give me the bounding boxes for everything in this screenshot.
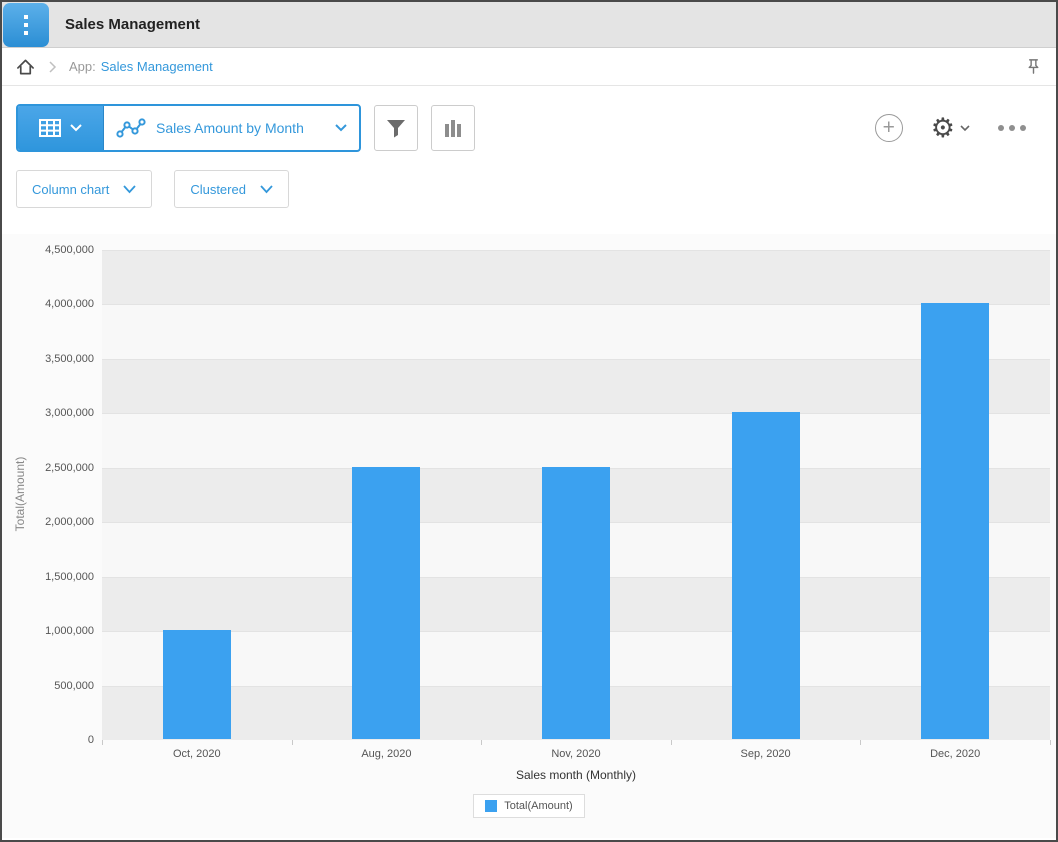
- legend-swatch: [485, 800, 497, 812]
- breadcrumb: App: Sales Management: [2, 48, 1056, 86]
- chart-bar-sep-2020[interactable]: [732, 412, 800, 739]
- plot-area: [102, 250, 1050, 740]
- view-selector: Sales Amount by Month: [16, 104, 361, 152]
- chevron-down-icon: [335, 124, 347, 132]
- y-axis-tick-label: 4,000,000: [2, 298, 94, 310]
- y-axis-tick-label: 500,000: [2, 680, 94, 692]
- x-axis-title: Sales month (Monthly): [102, 768, 1050, 782]
- chevron-down-icon: [260, 185, 273, 194]
- home-icon[interactable]: [16, 58, 35, 76]
- x-axis-tick-label: Nov, 2020: [481, 748, 671, 760]
- chevron-down-icon: [123, 185, 136, 194]
- plot-band: [102, 304, 1050, 358]
- chart-button[interactable]: [431, 105, 475, 151]
- plus-icon: +: [883, 116, 895, 139]
- graph-selector-label: Sales Amount by Month: [156, 120, 304, 136]
- gridline: [102, 304, 1050, 305]
- x-axis-tick-label: Sep, 2020: [671, 748, 861, 760]
- bar-chart-icon: [443, 118, 463, 138]
- x-axis-tick-mark: [1050, 740, 1051, 745]
- table-view-button[interactable]: [18, 106, 104, 150]
- funnel-icon: [385, 118, 407, 139]
- table-grid-icon: [39, 119, 61, 137]
- y-axis-tick-label: 0: [2, 734, 94, 746]
- chart-type-label: Column chart: [32, 182, 109, 197]
- x-axis-tick-mark: [671, 740, 672, 745]
- line-chart-icon: [116, 118, 146, 139]
- legend-label: Total(Amount): [504, 800, 572, 812]
- chart-bar-nov-2020[interactable]: [542, 467, 610, 739]
- pin-icon[interactable]: [1025, 58, 1042, 78]
- x-axis-tick-label: Aug, 2020: [292, 748, 482, 760]
- x-axis-tick-mark: [860, 740, 861, 745]
- breadcrumb-app-prefix: App:: [69, 59, 96, 74]
- gridline: [102, 413, 1050, 414]
- chart-options-row: Column chart Clustered: [16, 170, 1042, 208]
- plot-band: [102, 359, 1050, 413]
- x-axis-tick-label: Dec, 2020: [860, 748, 1050, 760]
- app-header: Sales Management: [2, 2, 1056, 48]
- y-axis-tick-label: 1,000,000: [2, 625, 94, 637]
- x-axis-tick-mark: [292, 740, 293, 745]
- gear-icon: ⚙: [931, 115, 955, 142]
- breadcrumb-app-link[interactable]: Sales Management: [101, 59, 213, 74]
- y-axis-tick-label: 3,000,000: [2, 407, 94, 419]
- y-axis-tick-label: 2,000,000: [2, 516, 94, 528]
- chart-bar-aug-2020[interactable]: [352, 467, 420, 739]
- toolbar-actions: + ⚙: [875, 114, 1042, 142]
- app-title: Sales Management: [65, 16, 200, 33]
- chevron-down-icon: [70, 124, 82, 132]
- chart-bar-oct-2020[interactable]: [163, 630, 231, 739]
- x-axis-tick-mark: [481, 740, 482, 745]
- cluster-mode-dropdown[interactable]: Clustered: [174, 170, 289, 208]
- gridline: [102, 250, 1050, 251]
- y-axis-tick-label: 3,500,000: [2, 353, 94, 365]
- toolbar-row-main: Sales Amount by Month + ⚙: [16, 104, 1042, 152]
- graph-selector-dropdown[interactable]: Sales Amount by Month: [104, 106, 359, 150]
- app-window: Sales Management App: Sales Management: [0, 0, 1058, 842]
- chevron-down-icon: [960, 125, 970, 132]
- legend: Total(Amount): [2, 794, 1056, 818]
- chart-section: Total(Amount) Sales month (Monthly) Tota…: [2, 234, 1056, 838]
- app-menu-icon[interactable]: [3, 3, 49, 47]
- x-axis-tick-label: Oct, 2020: [102, 748, 292, 760]
- plot-band: [102, 250, 1050, 304]
- breadcrumb-separator-icon: [49, 61, 57, 73]
- filter-button[interactable]: [374, 105, 418, 151]
- settings-button[interactable]: ⚙: [931, 115, 970, 142]
- chart-type-dropdown[interactable]: Column chart: [16, 170, 152, 208]
- more-options-button[interactable]: [998, 125, 1026, 131]
- add-record-button[interactable]: +: [875, 114, 903, 142]
- y-axis-tick-label: 1,500,000: [2, 571, 94, 583]
- toolbar: Sales Amount by Month + ⚙: [2, 86, 1056, 234]
- cluster-mode-label: Clustered: [190, 182, 246, 197]
- legend-item[interactable]: Total(Amount): [473, 794, 584, 818]
- x-axis-tick-mark: [102, 740, 103, 745]
- gridline: [102, 359, 1050, 360]
- y-axis-title: Total(Amount): [13, 394, 27, 594]
- y-axis-tick-label: 4,500,000: [2, 244, 94, 256]
- y-axis-tick-label: 2,500,000: [2, 462, 94, 474]
- plot-band: [102, 413, 1050, 467]
- chart-bar-dec-2020[interactable]: [921, 303, 989, 739]
